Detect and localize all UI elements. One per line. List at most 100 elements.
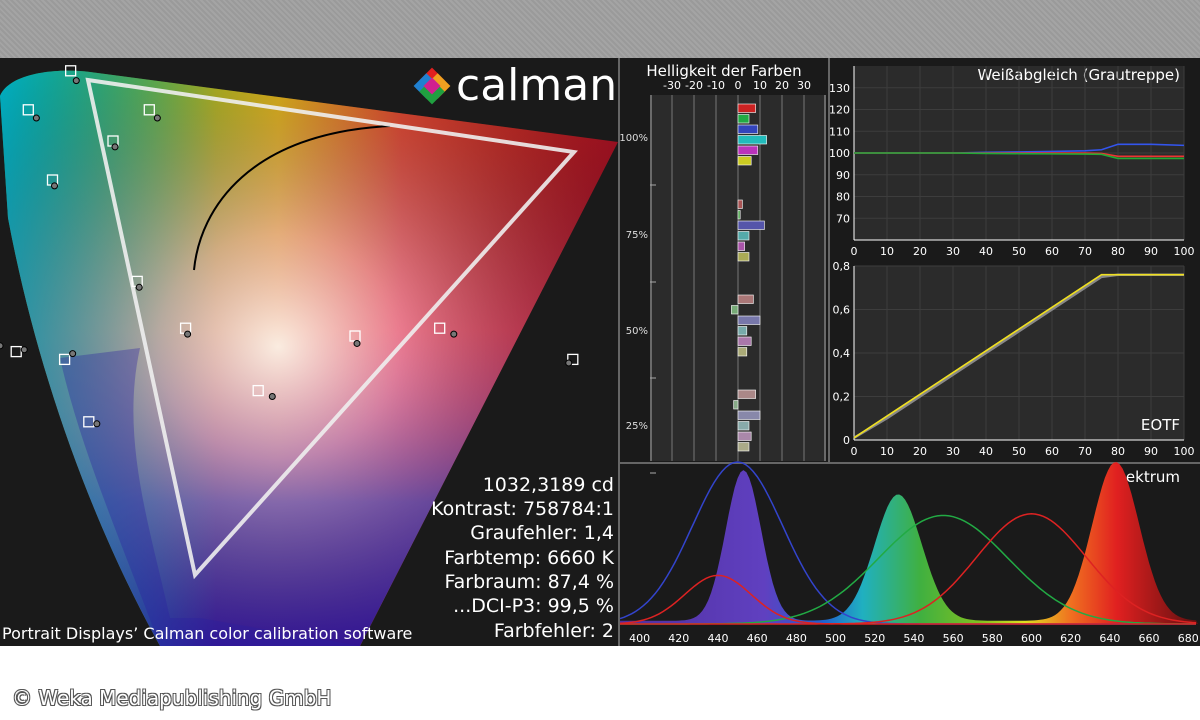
brightness-bar-1-0 [737,199,743,209]
white-balance-xtick-2: 20 [913,245,927,258]
spectrum-xtick-7: 540 [903,632,924,645]
brightness-ytick-1: 75% [626,230,648,241]
stat-contrast: Kontrast: 758784:1 [431,498,614,520]
logo-text: calman [456,60,617,111]
eotf-xtick-2: 20 [913,445,927,458]
white-balance-xtick-4: 40 [979,245,993,258]
brightness-bar-2-5 [737,347,748,357]
brightness-bar-0-4 [737,145,759,155]
brightness-bar-3-3 [737,421,750,431]
spectrum-xtick-6: 520 [864,632,885,645]
spectrum-xtick-5: 500 [825,632,846,645]
measured-point-16 [0,342,4,350]
spectrum-xtick-14: 680 [1178,632,1199,645]
eotf-xtick-5: 50 [1012,445,1026,458]
brightness-bar-0-3 [737,135,767,145]
brightness-bar-2-0 [737,294,754,304]
white-balance-title: Weißabgleich (Grautreppe) [977,66,1180,84]
brightness-xtick-3: 0 [735,79,742,92]
white-balance-chart: Weißabgleich (Grautreppe) 0 10 20 30 40 50 60 7… [829,66,1195,258]
brightness-bar-1-1 [737,210,741,220]
brightness-title: Helligkeit der Farben [646,62,801,80]
brightness-bar-3-1 [733,400,739,410]
brightness-ytick-3: 25% [626,421,648,432]
brightness-ytick-0: 100% [619,133,648,144]
white-balance-xtick-5: 50 [1012,245,1026,258]
white-balance-xtick-9: 90 [1144,245,1158,258]
spectrum-xtick-0: 400 [629,632,650,645]
stat-color-temp: Farbtemp: 6660 K [444,547,614,569]
measured-point-8 [51,182,58,190]
eotf-xtick-10: 100 [1174,445,1195,458]
stat-gray-error: Graufehler: 1,4 [470,522,614,544]
spectrum-xtick-10: 600 [1021,632,1042,645]
spectrum-xtick-9: 580 [982,632,1003,645]
brightness-xtick-6: 30 [797,79,811,92]
brightness-bar-0-5 [737,156,752,166]
spectrum-xtick-11: 620 [1060,632,1081,645]
calman-screen: calman 1032,3189 cd Kontrast: 758784:1 G… [0,58,1200,646]
brightness-bar-1-3 [737,231,750,241]
eotf-chart: EOTF 0 10 20 30 40 50 60 70 80 90 100 0 0,2 0,4 0,6 0,… [833,260,1195,458]
brightness-xtick-2: -10 [707,79,725,92]
brightness-xtick-5: 20 [775,79,789,92]
spectrum-xtick-2: 440 [707,632,728,645]
white-balance-ytick-6: 130 [829,82,850,95]
brightness-bar-0-1 [737,114,750,124]
eotf-xtick-0: 0 [851,445,858,458]
calman-logo: calman [413,60,617,111]
white-balance-xtick-10: 100 [1174,245,1195,258]
spectrum-xtick-4: 480 [786,632,807,645]
stat-dci-p3: ...DCI-P3: 99,5 % [453,595,614,617]
brightness-bar-2-2 [737,315,761,325]
brightness-bar-1-4 [737,241,745,251]
white-balance-xtick-3: 30 [946,245,960,258]
copyright-text: © Weka Mediapublishing GmbH [12,686,332,710]
measured-point-13 [32,114,40,122]
eotf-xtick-9: 90 [1144,445,1158,458]
white-balance-ytick-3: 100 [829,147,850,160]
stat-gamut: Farbraum: 87,4 % [444,571,614,593]
measured-point-14 [153,114,161,122]
white-balance-ytick-0: 70 [836,212,850,225]
measured-point-7 [111,143,119,151]
white-balance-xtick-0: 0 [851,245,858,258]
eotf-ytick-0: 0 [843,434,850,447]
brightness-xtick-4: 10 [753,79,767,92]
eotf-ytick-2: 0,4 [833,347,851,360]
brightness-bar-0-0 [737,103,756,113]
white-balance-xtick-6: 60 [1045,245,1059,258]
white-balance-ytick-1: 80 [836,191,850,204]
eotf-xtick-7: 70 [1078,445,1092,458]
white-balance-xtick-1: 10 [880,245,894,258]
brightness-chart: Helligkeit der Farben -30 -20 -10 0 10 20 30 1… [619,62,826,474]
measured-point-9 [268,393,276,400]
measured-point-5 [20,346,28,354]
spectrum-xtick-12: 640 [1099,632,1120,645]
brightness-bar-2-4 [737,336,752,346]
brightness-bar-3-0 [737,389,756,399]
measured-point-17 [69,350,77,358]
measured-point-4 [184,330,192,338]
white-balance-xtick-8: 80 [1111,245,1125,258]
eotf-xtick-1: 10 [880,445,894,458]
spectrum-xtick-3: 460 [747,632,768,645]
stat-color-error: Farbfehler: 2 [493,620,614,642]
target-point-5 [10,345,22,358]
measured-point-12 [450,330,458,338]
brightness-bar-3-5 [737,442,750,452]
right-charts: Helligkeit der Farben -30 -20 -10 0 10 20 30 1… [618,58,1200,646]
eotf-xtick-3: 30 [946,445,960,458]
spectrum-xtick-13: 660 [1139,632,1160,645]
white-balance-ytick-4: 110 [829,125,850,138]
brightness-bar-1-5 [737,252,750,262]
eotf-xtick-8: 80 [1111,445,1125,458]
brightness-bar-2-3 [737,326,748,336]
eotf-xtick-4: 40 [979,445,993,458]
caption: Portrait Displays’ Calman color calibrat… [2,624,413,643]
brightness-bar-3-2 [737,410,761,420]
spectrum-xtick-1: 420 [668,632,689,645]
measured-point-3 [135,283,143,291]
eotf-ytick-3: 0,6 [833,304,851,317]
white-balance-ytick-5: 120 [829,104,850,117]
